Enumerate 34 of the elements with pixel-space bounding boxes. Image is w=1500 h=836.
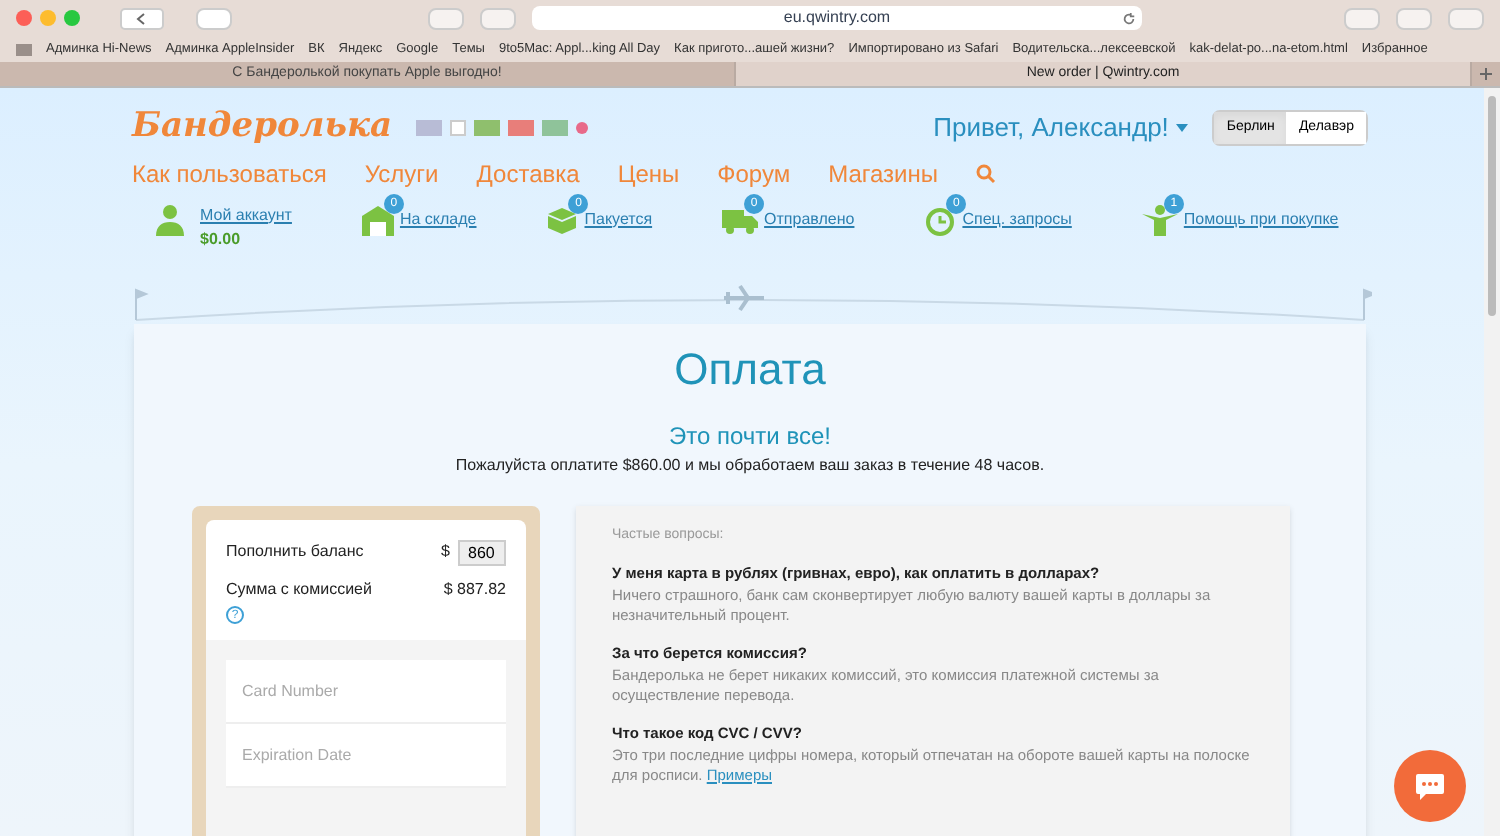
fee-label: Сумма с комиссией — [226, 577, 372, 601]
status-link[interactable]: Помощь при покупке — [1183, 207, 1339, 231]
close-window-icon[interactable] — [16, 10, 32, 26]
back-icon[interactable] — [120, 7, 164, 29]
alarm-clock-icon — [922, 203, 959, 235]
top-up-label: Пополнить баланс — [226, 540, 364, 564]
status-link[interactable]: На складе — [399, 207, 477, 231]
maximize-window-icon[interactable] — [64, 10, 80, 26]
currency-sign: $ — [441, 540, 450, 564]
person-icon — [1139, 203, 1180, 235]
status-link[interactable]: Отправлено — [764, 207, 855, 231]
status-link[interactable]: Пакуется — [584, 207, 653, 231]
page-subtitle: Это почти все! — [669, 419, 831, 453]
card-input[interactable]: Card Number — [226, 659, 506, 723]
address-bar[interactable]: eu.qwintry.com — [532, 6, 1142, 30]
warehouse-icon — [359, 203, 396, 235]
card-input[interactable]: Expiration Date — [226, 723, 506, 787]
chat-icon — [1414, 772, 1446, 800]
boxes-icon — [544, 203, 581, 235]
fee-amount: $ 887.82 — [443, 577, 506, 601]
amount-input[interactable]: 860 — [458, 539, 506, 565]
caret-icon[interactable] — [1176, 123, 1189, 132]
account-link[interactable]: Мой аккаунт — [200, 203, 292, 227]
chat-button[interactable] — [1394, 750, 1466, 822]
payment-message: Пожалуйста оплатите $860.00 и мы обработаем ваш заказ в течение 48 часов. — [455, 453, 1045, 477]
account-balance: $0.00 — [200, 227, 243, 251]
status-link[interactable]: Спец. запросы — [962, 207, 1072, 231]
scrollbar-thumb[interactable] — [1488, 96, 1496, 316]
user-icon — [156, 203, 184, 235]
plus-icon[interactable] — [1472, 62, 1500, 86]
page-title: Оплата — [674, 341, 826, 397]
reload-icon[interactable] — [1122, 11, 1136, 25]
minimize-window-icon[interactable] — [40, 10, 56, 26]
search-icon[interactable] — [976, 163, 996, 183]
